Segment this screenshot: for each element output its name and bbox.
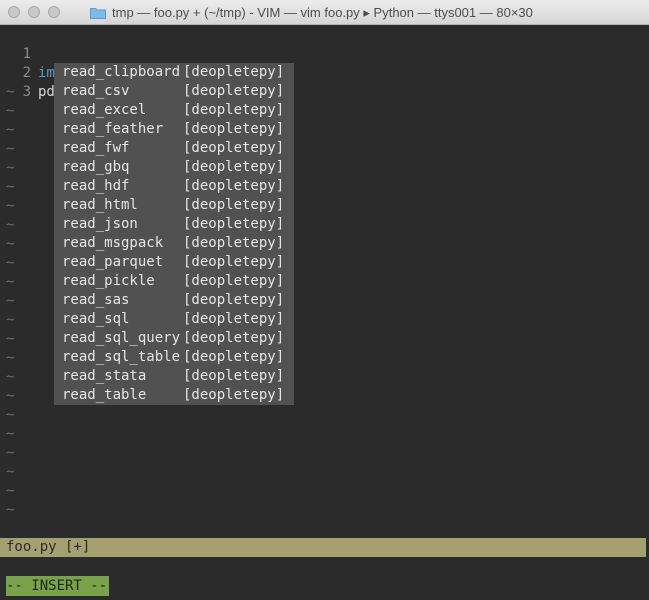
completion-item[interactable]: read_sql [deopletepy] (54, 310, 294, 329)
completion-item-source: [deopletepy] (183, 349, 285, 365)
tilde-marker: ~ (6, 179, 15, 195)
zoom-window-button[interactable] (48, 6, 60, 18)
completion-item[interactable]: read_json [deopletepy] (54, 215, 294, 234)
tilde-marker: ~ (6, 426, 15, 442)
tilde-marker: ~ (6, 407, 15, 423)
completion-item-source: [deopletepy] (183, 292, 285, 308)
completion-item-name: read_pickle (62, 273, 155, 289)
close-window-button[interactable] (8, 6, 20, 18)
tilde-marker: ~ (6, 236, 15, 252)
completion-item-name: read_clipboard (62, 64, 181, 80)
completion-item-source: [deopletepy] (183, 102, 285, 118)
completion-item-source: [deopletepy] (183, 140, 285, 156)
buffer-line-3[interactable]: 3 (0, 64, 34, 100)
completion-item[interactable]: read_sql_query [deopletepy] (54, 329, 294, 348)
completion-item-name: read_table (62, 387, 147, 403)
tilde-marker: ~ (6, 502, 15, 518)
folder-icon (90, 7, 106, 19)
window-title-area: tmp — foo.py + (~/tmp) - VIM — vim foo.p… (90, 0, 649, 25)
completion-item[interactable]: read_html [deopletepy] (54, 196, 294, 215)
tilde-marker: ~ (6, 84, 15, 100)
completion-item-name: read_sas (62, 292, 130, 308)
completion-item[interactable]: read_msgpack [deopletepy] (54, 234, 294, 253)
tilde-marker: ~ (6, 312, 15, 328)
completion-item[interactable]: read_fwf [deopletepy] (54, 139, 294, 158)
completion-item[interactable]: read_sql_table [deopletepy] (54, 348, 294, 367)
completion-item-source: [deopletepy] (183, 178, 285, 194)
completion-item[interactable]: read_csv [deopletepy] (54, 82, 294, 101)
tilde-marker: ~ (6, 388, 15, 404)
completion-item-source: [deopletepy] (183, 387, 285, 403)
completion-popup[interactable]: read_clipboard [deopletepy] read_csv [deopl… (54, 63, 294, 405)
completion-item[interactable]: read_stata [deopletepy] (54, 367, 294, 386)
mode-indicator: -- INSERT -- (6, 576, 110, 596)
completion-item-source: [deopletepy] (183, 273, 285, 289)
vim-editor[interactable]: 1 import pandas as pd 2 pd.read 3 ~ ~ ~ ~ ~ ~… (0, 26, 649, 600)
completion-item-source: [deopletepy] (183, 311, 285, 327)
completion-item-source: [deopletepy] (183, 235, 285, 251)
completion-item-name: read_html (62, 197, 138, 213)
completion-item[interactable]: read_gbq [deopletepy] (54, 158, 294, 177)
completion-item-source: [deopletepy] (183, 197, 285, 213)
completion-item[interactable]: read_table [deopletepy] (54, 386, 294, 405)
tilde-marker: ~ (6, 369, 15, 385)
tilde-marker: ~ (6, 122, 15, 138)
completion-item-source: [deopletepy] (183, 159, 285, 175)
completion-item-name: read_sql_query (62, 330, 181, 346)
tilde-marker: ~ (6, 103, 15, 119)
tilde-marker: ~ (6, 331, 15, 347)
completion-item[interactable]: read_pickle [deopletepy] (54, 272, 294, 291)
completion-item[interactable]: read_excel [deopletepy] (54, 101, 294, 120)
completion-item-source: [deopletepy] (183, 330, 285, 346)
completion-item-name: read_sql (62, 311, 130, 327)
completion-item-name: read_sql_table (62, 349, 181, 365)
completion-item[interactable]: read_hdf [deopletepy] (54, 177, 294, 196)
completion-item[interactable]: read_clipboard [deopletepy] (54, 63, 294, 82)
tilde-marker: ~ (6, 445, 15, 461)
completion-item[interactable]: read_sas [deopletepy] (54, 291, 294, 310)
buffer-line-1[interactable]: 1 import pandas as pd (0, 26, 199, 81)
tilde-marker: ~ (6, 483, 15, 499)
completion-item-name: read_parquet (62, 254, 164, 270)
tilde-marker: ~ (6, 160, 15, 176)
completion-item-name: read_excel (62, 102, 147, 118)
completion-item-source: [deopletepy] (183, 254, 285, 270)
completion-item-name: read_gbq (62, 159, 130, 175)
completion-item[interactable]: read_feather [deopletepy] (54, 120, 294, 139)
completion-item-source: [deopletepy] (183, 368, 285, 384)
completion-item-source: [deopletepy] (183, 64, 285, 80)
title-bar: tmp — foo.py + (~/tmp) - VIM — vim foo.p… (0, 0, 649, 25)
minimize-window-button[interactable] (28, 6, 40, 18)
tilde-marker: ~ (6, 464, 15, 480)
completion-item-name: read_stata (62, 368, 147, 384)
completion-item-name: read_csv (62, 83, 130, 99)
tilde-marker: ~ (6, 217, 15, 233)
tilde-marker: ~ (6, 350, 15, 366)
completion-item-source: [deopletepy] (183, 121, 285, 137)
completion-item-name: read_msgpack (62, 235, 164, 251)
completion-item-name: read_fwf (62, 140, 130, 156)
completion-item[interactable]: read_parquet [deopletepy] (54, 253, 294, 272)
line-number: 3 (22, 84, 31, 100)
completion-item-name: read_json (62, 216, 138, 232)
buffer-line-2[interactable]: 2 pd.read (0, 45, 100, 100)
tilde-marker: ~ (6, 293, 15, 309)
completion-item-source: [deopletepy] (183, 83, 285, 99)
completion-item-name: read_hdf (62, 178, 130, 194)
status-filename: foo.py [+] (6, 539, 91, 555)
tilde-marker: ~ (6, 198, 15, 214)
completion-item-name: read_feather (62, 121, 164, 137)
window-title: tmp — foo.py + (~/tmp) - VIM — vim foo.p… (112, 4, 533, 20)
tilde-marker: ~ (6, 141, 15, 157)
completion-item-source: [deopletepy] (183, 216, 285, 232)
tilde-marker: ~ (6, 255, 15, 271)
tilde-marker: ~ (6, 274, 15, 290)
status-line: foo.py [+] (0, 538, 646, 557)
